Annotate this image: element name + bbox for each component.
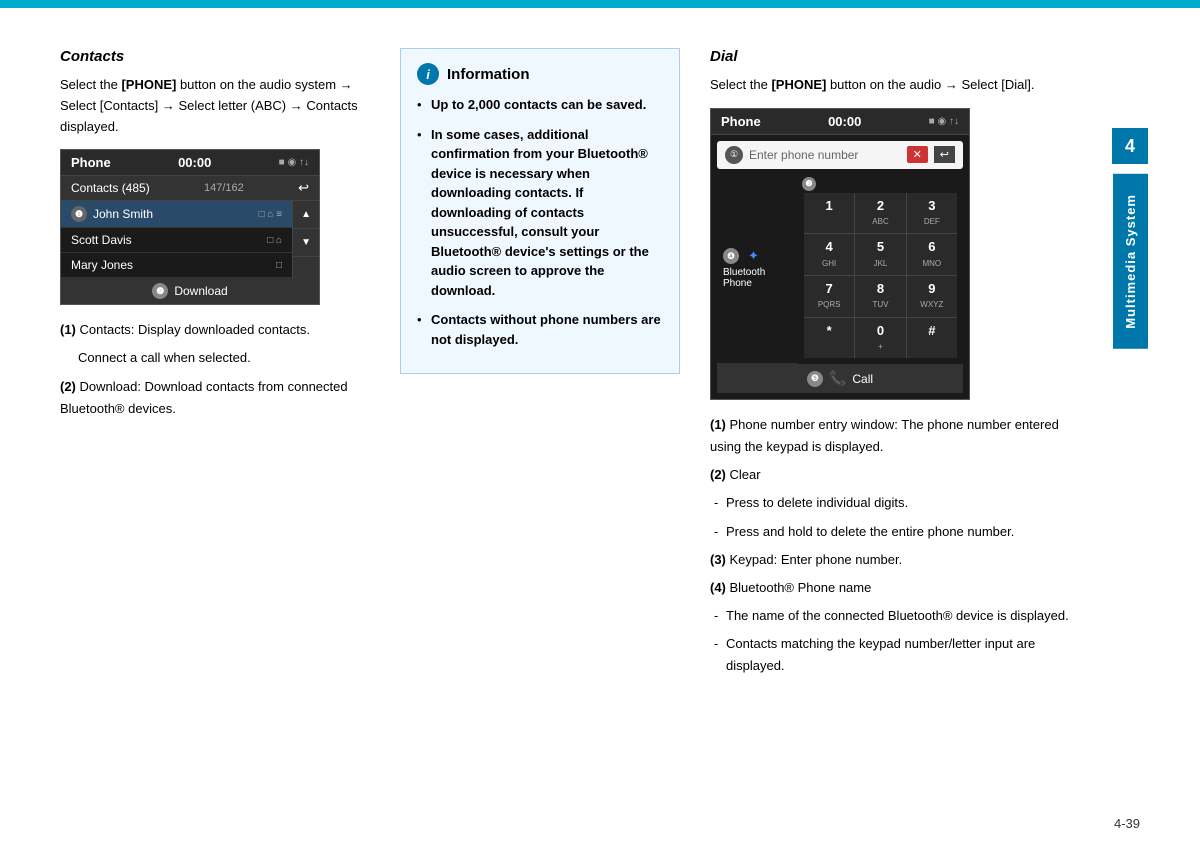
info-box-title: i Information: [417, 63, 663, 85]
download-bar[interactable]: ❷ Download: [61, 278, 319, 304]
contacts-phone-ui: Phone 00:00 ■ ◉ ↑↓ Contacts (485) 147/16…: [60, 149, 320, 305]
contacts-notes: (1) Contacts: Display downloaded contact…: [60, 319, 370, 419]
contact-row-john[interactable]: ❶ John Smith □ ⌂ ≡: [61, 201, 292, 228]
dial-keypad-area: ❹ ✦ Bluetooth Phone ❸ 1 2ABC 3DEF: [717, 175, 963, 364]
phone-ui-title: Phone: [71, 155, 111, 170]
info-item-2: In some cases, additional confirmation f…: [417, 125, 663, 301]
dial-ui-icons: ■ ◉ ↑↓: [929, 116, 959, 127]
contact-icons-scott: □ ⌂: [267, 235, 282, 246]
dial-body: Select the [PHONE] button on the audio →…: [710, 75, 1090, 96]
dial-note-2: (2) Clear: [710, 464, 1090, 486]
dial-ui-time: 00:00: [828, 114, 861, 129]
download-badge: ❷: [152, 283, 168, 299]
info-title-text: Information: [447, 66, 530, 83]
key-4[interactable]: 4GHI: [804, 234, 854, 275]
phone-header: Phone 00:00 ■ ◉ ↑↓: [61, 150, 319, 176]
call-label: Call: [852, 372, 873, 386]
info-item-1: Up to 2,000 contacts can be saved.: [417, 95, 663, 115]
key-6[interactable]: 6MNO: [907, 234, 957, 275]
contact-row-mary[interactable]: Mary Jones □: [61, 253, 292, 278]
info-list: Up to 2,000 contacts can be saved. In so…: [417, 95, 663, 349]
dial-header: Phone 00:00 ■ ◉ ↑↓: [711, 109, 969, 135]
dial-note-2-sub2: Press and hold to delete the entire phon…: [710, 521, 1090, 543]
keypad-badge-row: ❸: [798, 175, 963, 193]
call-badge: ❺: [807, 371, 823, 387]
dial-left-area: ❹ ✦ Bluetooth Phone: [717, 175, 797, 364]
contact-name-john: ❶ John Smith: [71, 206, 153, 222]
key-8[interactable]: 8TUV: [855, 276, 905, 317]
key-9[interactable]: 9WXYZ: [907, 276, 957, 317]
note-contacts-1-sub: Connect a call when selected.: [60, 347, 370, 369]
contacts-rows-wrapper: ❶ John Smith □ ⌂ ≡ Scott Davis □ ⌂ Mary …: [61, 201, 319, 278]
bluetooth-row: ❹ ✦ Bluetooth Phone: [717, 175, 797, 364]
scroll-down-btn[interactable]: ▼: [293, 229, 319, 257]
info-item-3: Contacts without phone numbers are not d…: [417, 310, 663, 349]
contact-num-1: ❶: [71, 206, 87, 222]
call-row[interactable]: ❺ 📞 Call: [717, 364, 963, 393]
dial-note-4: (4) Bluetooth® Phone name: [710, 577, 1090, 599]
dial-input-badge: ①: [725, 146, 743, 164]
keypad-badge: ❸: [802, 177, 816, 191]
contact-row-scott[interactable]: Scott Davis □ ⌂: [61, 228, 292, 253]
note-contacts-1: (1) Contacts: Display downloaded contact…: [60, 319, 370, 341]
contacts-back-arrow: ↩: [298, 180, 309, 196]
dial-note-2-sub1: Press to delete individual digits.: [710, 492, 1090, 514]
contacts-section: Contacts Select the [PHONE] button on th…: [60, 48, 400, 821]
dial-note-3: (3) Keypad: Enter phone number.: [710, 549, 1090, 571]
top-bar: [0, 0, 1200, 8]
dial-title: Dial: [710, 48, 1090, 65]
call-icon: 📞: [829, 370, 846, 387]
dial-back-button[interactable]: ↩: [934, 146, 955, 163]
bluetooth-label-row: ❹ ✦: [723, 248, 765, 264]
note-contacts-2: (2) Download: Download contacts from con…: [60, 376, 370, 420]
sidebar-tab: 4 Multimedia System: [1110, 48, 1150, 821]
key-0[interactable]: 0+: [855, 318, 905, 359]
bt-badge: ❹: [723, 248, 739, 264]
dial-notes: (1) Phone number entry window: The phone…: [710, 414, 1090, 677]
chapter-number: 4: [1112, 128, 1148, 164]
key-3[interactable]: 3DEF: [907, 193, 957, 234]
scroll-buttons: ▲ ▼: [292, 201, 319, 278]
scroll-up-btn[interactable]: ▲: [293, 201, 319, 229]
key-7[interactable]: 7PQRS: [804, 276, 854, 317]
key-2[interactable]: 2ABC: [855, 193, 905, 234]
dial-section: Dial Select the [PHONE] button on the au…: [710, 48, 1110, 821]
contact-icons-john: □ ⌂ ≡: [259, 209, 282, 220]
contact-name-scott: Scott Davis: [71, 233, 132, 247]
phone-ui-icons: ■ ◉ ↑↓: [279, 157, 309, 168]
key-5[interactable]: 5JKL: [855, 234, 905, 275]
dial-input-row: ① Enter phone number ✕ ↩: [717, 141, 963, 169]
dial-keypad: 1 2ABC 3DEF 4GHI 5JKL 6MNO 7PQRS 8TUV 9W…: [804, 193, 957, 358]
chapter-label: Multimedia System: [1113, 174, 1148, 349]
information-section: i Information Up to 2,000 contacts can b…: [400, 48, 710, 821]
contact-name-mary: Mary Jones: [71, 258, 133, 272]
contacts-bar: Contacts (485) 147/162 ↩: [61, 176, 319, 201]
dial-note-4-sub1: The name of the connected Bluetooth® dev…: [710, 605, 1090, 627]
info-box: i Information Up to 2,000 contacts can b…: [400, 48, 680, 374]
contacts-body: Select the [PHONE] button on the audio s…: [60, 75, 370, 137]
dial-phone-ui: Phone 00:00 ■ ◉ ↑↓ ① Enter phone number …: [710, 108, 970, 400]
dial-note-1: (1) Phone number entry window: The phone…: [710, 414, 1090, 458]
dial-ui-title: Phone: [721, 114, 761, 129]
dial-input-placeholder[interactable]: Enter phone number: [749, 148, 901, 162]
page-number: 4-39: [1114, 816, 1140, 831]
contacts-bar-label: Contacts (485): [71, 181, 150, 195]
bluetooth-name: Bluetooth Phone: [723, 267, 791, 289]
phone-ui-time: 00:00: [178, 155, 211, 170]
key-hash[interactable]: #: [907, 318, 957, 359]
key-1[interactable]: 1: [804, 193, 854, 234]
dial-keypad-grid: ❸ 1 2ABC 3DEF 4GHI 5JKL 6MNO 7PQRS 8TUV …: [798, 175, 963, 364]
key-star[interactable]: *: [804, 318, 854, 359]
info-icon: i: [417, 63, 439, 85]
contacts-title: Contacts: [60, 48, 370, 65]
contacts-bar-count: 147/162: [204, 182, 244, 194]
bluetooth-icon: ✦: [748, 248, 759, 264]
dial-clear-button[interactable]: ✕: [907, 146, 928, 163]
download-label: Download: [174, 284, 227, 298]
dial-note-4-sub2: Contacts matching the keypad number/lett…: [710, 633, 1090, 677]
contacts-list: ❶ John Smith □ ⌂ ≡ Scott Davis □ ⌂ Mary …: [61, 201, 292, 278]
contact-icons-mary: □: [276, 260, 282, 271]
